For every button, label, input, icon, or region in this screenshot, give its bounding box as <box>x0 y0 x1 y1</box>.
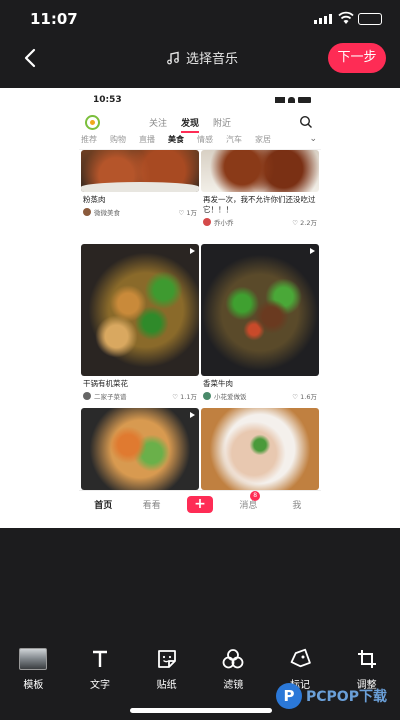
avatar <box>83 392 91 400</box>
status-bar: 11:07 <box>0 0 400 40</box>
status-time: 11:07 <box>30 10 78 28</box>
card-meta: 乔小乔 ♡ 2.2万 <box>201 215 319 227</box>
inner-status-time: 10:53 <box>93 95 122 105</box>
chevron-down-icon[interactable]: ⌄ <box>309 134 317 144</box>
card-image <box>81 150 199 192</box>
feed-card[interactable] <box>201 408 319 490</box>
select-music-button[interactable]: 选择音乐 <box>166 48 238 67</box>
nav-messages[interactable]: 消息 8 <box>224 491 272 511</box>
signal-icon <box>314 14 332 24</box>
filter-icon <box>222 649 244 669</box>
card-image <box>81 244 199 376</box>
card-author: 小花爱做饭 <box>214 393 247 401</box>
tool-label: 滤镜 <box>223 680 244 691</box>
feed-card[interactable] <box>81 408 199 490</box>
nav-me[interactable]: 我 <box>273 498 321 511</box>
text-icon <box>92 650 107 667</box>
app-logo-icon[interactable] <box>85 115 100 130</box>
card-meta: 二家子菜谱 ♡ 1.1万 <box>81 389 199 401</box>
tool-label: 贴纸 <box>156 680 177 691</box>
video-play-icon <box>190 412 195 418</box>
feed-card[interactable]: 香菜牛肉 小花爱做饭 ♡ 1.6万 <box>201 244 319 401</box>
home-indicator[interactable] <box>130 708 272 713</box>
inner-status-icons <box>275 97 311 103</box>
category-item[interactable]: 推荐 <box>81 134 97 149</box>
feed-card[interactable]: 粉蒸肉 微微美食 ♡ 1万 <box>81 150 199 217</box>
feed-card[interactable]: 干锅有机菜花 二家子菜谱 ♡ 1.1万 <box>81 244 199 401</box>
editor-header: 选择音乐 下一步 <box>0 40 400 76</box>
category-item[interactable]: 直播 <box>139 134 155 149</box>
inner-status-bar: 10:53 <box>79 92 321 112</box>
card-author: 乔小乔 <box>214 219 234 227</box>
video-play-icon <box>310 248 315 254</box>
watermark-text: PCPOP下载 <box>306 689 387 705</box>
card-meta: 小花爱做饭 ♡ 1.6万 <box>201 389 319 401</box>
tool-filter[interactable]: 滤镜 <box>205 646 261 692</box>
tool-text[interactable]: 文字 <box>72 646 128 692</box>
video-play-icon <box>190 248 195 254</box>
nav-messages-label: 消息 <box>239 501 258 511</box>
tab-discover[interactable]: 发现 <box>181 116 200 133</box>
card-likes: ♡ 1.6万 <box>292 393 317 401</box>
watermark-letter: P <box>276 683 302 709</box>
nav-watch[interactable]: 看看 <box>127 498 175 511</box>
inner-tabs: 关注 发现 附近 <box>149 116 231 133</box>
nav-plus-container: + <box>176 496 224 513</box>
tool-label: 模板 <box>23 680 44 691</box>
nav-home[interactable]: 首页 <box>79 498 127 511</box>
card-title: 干锅有机菜花 <box>83 379 128 388</box>
card-title: 粉蒸肉 <box>83 195 106 204</box>
card-title: 再发一次，我不允许你们还没吃过它！！！ <box>203 195 316 214</box>
category-item[interactable]: 购物 <box>110 134 126 149</box>
category-item[interactable]: 美食 <box>168 134 184 149</box>
card-author: 二家子菜谱 <box>94 393 127 401</box>
tool-template[interactable]: 模板 <box>5 646 61 692</box>
card-image <box>201 150 319 192</box>
avatar <box>83 208 91 216</box>
avatar <box>203 392 211 400</box>
card-likes: ♡ 1万 <box>178 209 197 217</box>
music-label: 选择音乐 <box>186 52 239 67</box>
category-item[interactable]: 情感 <box>197 134 213 149</box>
feed-card[interactable]: 再发一次，我不允许你们还没吃过它！！！ 乔小乔 ♡ 2.2万 <box>201 150 319 227</box>
wifi-icon <box>338 11 354 24</box>
back-arrow-icon[interactable] <box>20 44 42 72</box>
card-likes: ♡ 2.2万 <box>292 219 317 227</box>
tool-label: 文字 <box>89 680 110 691</box>
avatar <box>203 218 211 226</box>
category-item[interactable]: 家居 <box>255 134 271 149</box>
template-thumbnail <box>19 648 48 670</box>
category-bar: 推荐 购物 直播 美食 情感 汽车 家居 ⌄ <box>79 134 321 150</box>
watermark-logo: P PCPOP下载 <box>276 683 387 709</box>
tag-icon <box>290 648 311 668</box>
inner-top-bar: 关注 发现 附近 <box>79 112 321 134</box>
card-image <box>81 408 199 490</box>
tab-follow[interactable]: 关注 <box>149 116 167 133</box>
inner-bottom-nav: 首页 看看 + 消息 8 我 <box>79 490 321 518</box>
search-icon[interactable] <box>299 115 313 129</box>
card-title: 香菜牛肉 <box>203 379 233 388</box>
tool-sticker[interactable]: 贴纸 <box>139 646 195 692</box>
sticker-icon <box>157 650 176 668</box>
card-likes: ♡ 1.1万 <box>172 393 197 401</box>
crop-icon <box>357 650 376 668</box>
category-item[interactable]: 汽车 <box>226 134 242 149</box>
messages-badge: 8 <box>250 491 261 501</box>
card-image <box>201 408 319 490</box>
music-note-icon <box>167 51 179 64</box>
card-author: 微微美食 <box>94 209 120 217</box>
battery-icon <box>358 13 382 25</box>
create-plus-button[interactable]: + <box>187 496 214 513</box>
embedded-screenshot[interactable]: 10:53 关注 发现 附近 推荐 购物 直播 美食 情感 汽车 家居 ⌄ 粉蒸… <box>79 92 321 518</box>
next-step-button[interactable]: 下一步 <box>328 43 386 73</box>
tab-nearby[interactable]: 附近 <box>213 116 231 133</box>
card-meta: 微微美食 ♡ 1万 <box>81 205 199 217</box>
card-image <box>201 244 319 376</box>
